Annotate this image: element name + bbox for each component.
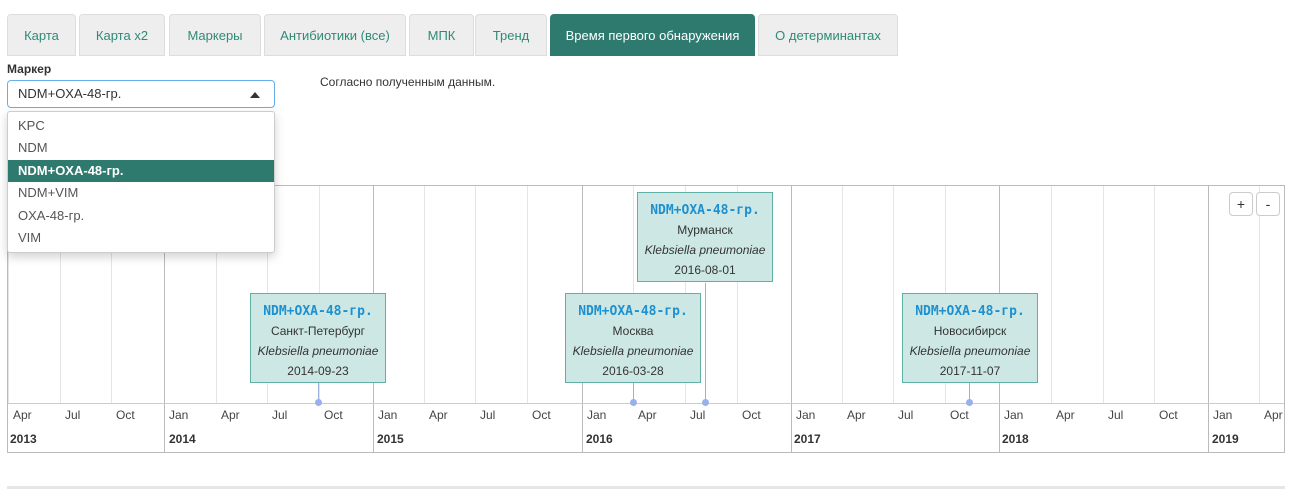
event-card[interactable]: NDM+OXA-48-гр. Новосибирск Klebsiella pn… bbox=[902, 293, 1038, 383]
tab-mic[interactable]: МПК bbox=[409, 14, 474, 56]
event-city: Москва bbox=[612, 324, 654, 338]
month-tick-label: Apr bbox=[13, 408, 32, 422]
month-tick-label: Jul bbox=[65, 408, 81, 422]
tab-markers[interactable]: Маркеры bbox=[169, 14, 261, 56]
grid-line bbox=[1051, 186, 1052, 403]
event-marker: NDM+OXA-48-гр. bbox=[578, 304, 688, 319]
grid-line bbox=[791, 186, 792, 452]
event-card[interactable]: NDM+OXA-48-гр. Москва Klebsiella pneumon… bbox=[565, 293, 701, 383]
event-marker: NDM+OXA-48-гр. bbox=[263, 304, 373, 319]
event-card[interactable]: NDM+OXA-48-гр. Санкт-Петербург Klebsiell… bbox=[250, 293, 386, 383]
year-label: 2019 bbox=[1212, 432, 1239, 446]
year-label: 2018 bbox=[1002, 432, 1029, 446]
marker-option-selected[interactable]: NDM+OXA-48-гр. bbox=[8, 160, 274, 182]
month-tick-label: Jan bbox=[1004, 408, 1024, 422]
month-tick-label: Apr bbox=[1056, 408, 1075, 422]
grid-line bbox=[424, 186, 425, 403]
month-tick-label: Oct bbox=[324, 408, 343, 422]
event-stem bbox=[705, 283, 706, 403]
tab-map[interactable]: Карта bbox=[7, 14, 76, 56]
month-tick-label: Jul bbox=[898, 408, 914, 422]
event-date: 2016-08-01 bbox=[674, 263, 736, 277]
month-tick-label: Apr bbox=[429, 408, 448, 422]
year-label: 2016 bbox=[586, 432, 613, 446]
month-tick-label: Jul bbox=[1108, 408, 1124, 422]
month-tick-label: Oct bbox=[1159, 408, 1178, 422]
marker-select-value: NDM+OXA-48-гр. bbox=[18, 86, 122, 101]
year-label: 2017 bbox=[794, 432, 821, 446]
event-marker: NDM+OXA-48-гр. bbox=[915, 304, 1025, 319]
month-tick-label: Jan bbox=[378, 408, 398, 422]
tab-antibiotics[interactable]: Антибиотики (все) bbox=[264, 14, 406, 56]
marker-label: Маркер bbox=[7, 62, 52, 76]
grid-line bbox=[1208, 186, 1209, 452]
month-tick-label: Oct bbox=[116, 408, 135, 422]
marker-option[interactable]: KPC bbox=[8, 115, 274, 137]
year-label: 2014 bbox=[169, 432, 196, 446]
event-city: Новосибирск bbox=[933, 324, 1007, 338]
month-tick-label: Jan bbox=[587, 408, 607, 422]
caret-up-icon bbox=[250, 92, 260, 98]
marker-option[interactable]: OXA-48-гр. bbox=[8, 205, 274, 227]
month-tick-label: Oct bbox=[532, 408, 551, 422]
tab-map-x2[interactable]: Карта x2 bbox=[79, 14, 165, 56]
timeline-axis bbox=[8, 403, 1284, 404]
marker-option[interactable]: VIM bbox=[8, 227, 274, 249]
event-card[interactable]: NDM+OXA-48-гр. Мурманск Klebsiella pneum… bbox=[637, 192, 773, 282]
event-city: Санкт-Петербург bbox=[270, 324, 366, 338]
month-tick-label: Apr bbox=[1264, 408, 1283, 422]
event-organism: Klebsiella pneumoniae bbox=[909, 344, 1031, 358]
month-tick-label: Jul bbox=[480, 408, 496, 422]
grid-line bbox=[842, 186, 843, 403]
event-date: 2017-11-07 bbox=[939, 364, 1001, 378]
year-label: 2013 bbox=[10, 432, 37, 446]
event-dot bbox=[630, 399, 637, 406]
month-tick-label: Jul bbox=[690, 408, 706, 422]
info-note: Согласно полученным данным. bbox=[320, 75, 496, 89]
marker-dropdown: KPC NDM NDM+OXA-48-гр. NDM+VIM OXA-48-гр… bbox=[7, 111, 275, 253]
event-organism: Klebsiella pneumoniae bbox=[572, 344, 694, 358]
event-organism: Klebsiella pneumoniae bbox=[257, 344, 379, 358]
grid-line bbox=[1103, 186, 1104, 403]
month-tick-label: Apr bbox=[847, 408, 866, 422]
month-tick-label: Jan bbox=[169, 408, 189, 422]
event-dot bbox=[315, 399, 322, 406]
event-date: 2014-09-23 bbox=[287, 364, 349, 378]
event-organism: Klebsiella pneumoniae bbox=[644, 243, 766, 257]
month-tick-label: Oct bbox=[742, 408, 761, 422]
grid-line bbox=[1259, 186, 1260, 403]
marker-option[interactable]: NDM+VIM bbox=[8, 182, 274, 204]
grid-line bbox=[893, 186, 894, 403]
month-tick-label: Oct bbox=[950, 408, 969, 422]
year-label: 2015 bbox=[377, 432, 404, 446]
month-tick-label: Jul bbox=[272, 408, 288, 422]
month-tick-label: Jan bbox=[796, 408, 816, 422]
zoom-in-button[interactable]: + bbox=[1229, 192, 1253, 216]
divider bbox=[7, 486, 1285, 489]
tab-first-detection[interactable]: Время первого обнаружения bbox=[550, 14, 755, 56]
marker-select[interactable]: NDM+OXA-48-гр. bbox=[7, 80, 275, 108]
grid-line bbox=[527, 186, 528, 403]
tab-about-determinants[interactable]: О детерминантах bbox=[758, 14, 898, 56]
event-marker: NDM+OXA-48-гр. bbox=[650, 203, 760, 218]
grid-line bbox=[1154, 186, 1155, 403]
marker-option[interactable]: NDM bbox=[8, 137, 274, 159]
grid-line bbox=[475, 186, 476, 403]
month-tick-label: Jan bbox=[1213, 408, 1233, 422]
event-dot bbox=[702, 399, 709, 406]
event-dot bbox=[966, 399, 973, 406]
tab-trend[interactable]: Тренд bbox=[475, 14, 547, 56]
zoom-out-button[interactable]: - bbox=[1256, 192, 1280, 216]
month-tick-label: Apr bbox=[221, 408, 240, 422]
event-date: 2016-03-28 bbox=[602, 364, 664, 378]
event-city: Мурманск bbox=[677, 223, 733, 237]
month-tick-label: Apr bbox=[638, 408, 657, 422]
